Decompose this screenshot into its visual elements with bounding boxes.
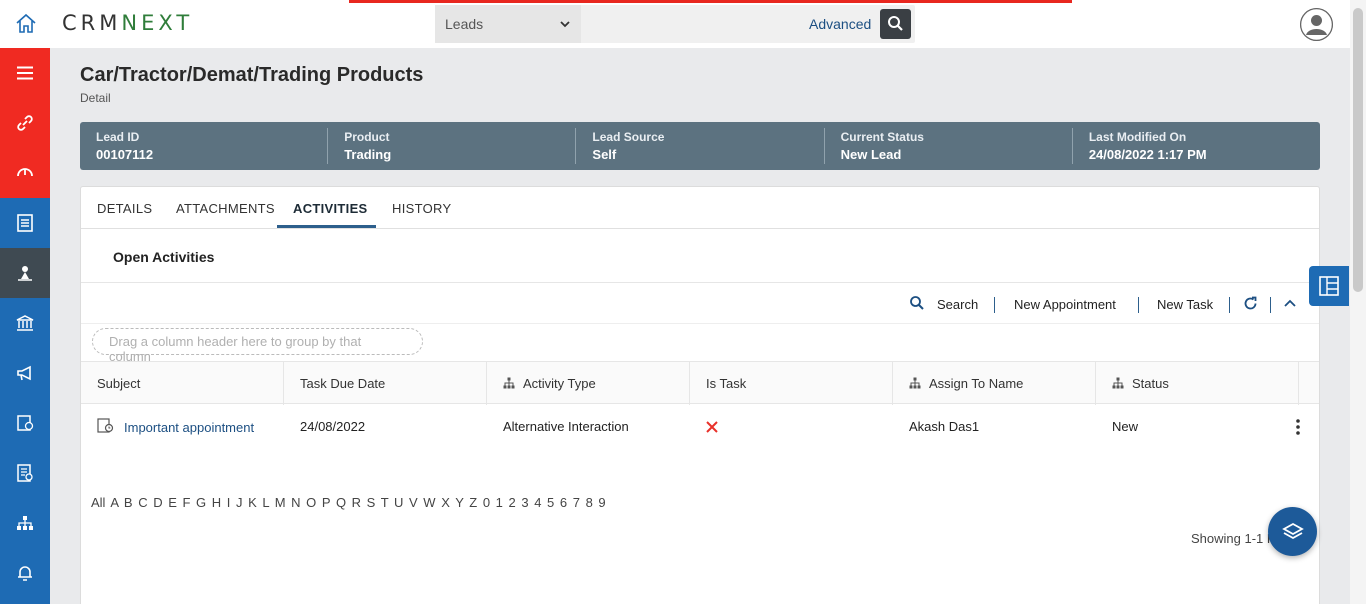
dashboard-gauge-icon[interactable]: [0, 148, 50, 198]
activity-subject-link[interactable]: Important appointment: [124, 420, 254, 435]
activity-type-cell: Alternative Interaction: [503, 419, 629, 434]
activities-grid-header: Subject Task Due Date Activity Type Is T…: [81, 361, 1319, 405]
toolbar-separator: [1138, 297, 1139, 313]
column-label: Is Task: [706, 376, 747, 391]
page-scrollbar[interactable]: [1350, 0, 1366, 604]
column-header-status[interactable]: Status: [1096, 362, 1299, 405]
search-activities-button[interactable]: Search: [937, 297, 978, 312]
field-value: Self: [592, 147, 617, 162]
column-label: Subject: [97, 376, 141, 391]
table-row[interactable]: Important appointment 24/08/2022 Alterna…: [81, 405, 1319, 449]
tab-details[interactable]: DETAILS: [97, 201, 152, 216]
advanced-search-link[interactable]: Advanced: [809, 16, 871, 32]
page-subtitle: Detail: [80, 91, 111, 105]
lead-id-field: Lead ID 00107112: [80, 128, 329, 164]
layout-panel-icon[interactable]: [1309, 266, 1349, 306]
column-label: Task Due Date: [300, 376, 386, 391]
lead-person-icon[interactable]: [0, 248, 50, 298]
group-by-drop-zone[interactable]: Drag a column header here to group by th…: [92, 328, 423, 364]
status-cell: New: [1112, 419, 1139, 434]
toolbar-separator: [1229, 297, 1230, 313]
search-icon[interactable]: [909, 295, 925, 314]
toolbar-separator: [1270, 297, 1271, 313]
assign-to-name-cell: Akash Das1: [909, 419, 980, 434]
report-icon[interactable]: [0, 448, 50, 498]
field-value: New Lead: [840, 147, 902, 162]
global-search: Leads Advanced: [435, 5, 915, 43]
open-activities-title: Open Activities: [113, 249, 215, 265]
document-list-icon[interactable]: [0, 198, 50, 248]
detail-panel: DETAILS ATTACHMENTS ACTIVITIES HISTORY O…: [80, 186, 1320, 604]
divider: [81, 323, 1319, 324]
detail-tabs: DETAILS ATTACHMENTS ACTIVITIES HISTORY: [81, 187, 1319, 229]
scrollbar-thumb[interactable]: [1353, 8, 1363, 292]
field-label: Lead ID: [96, 130, 140, 144]
column-header-assign-to-name[interactable]: Assign To Name: [893, 362, 1096, 405]
appointment-icon: [97, 418, 114, 437]
pagination-summary: Showing 1-1 R: [1191, 531, 1277, 546]
menu-icon[interactable]: [0, 48, 50, 98]
bank-icon[interactable]: [0, 298, 50, 348]
is-task-false-icon: [705, 420, 719, 437]
field-value: 24/08/2022 1:17 PM: [1088, 147, 1207, 162]
loading-progress-bar: [349, 0, 1072, 3]
page-title: Car/Tractor/Demat/Trading Products: [80, 64, 424, 86]
tab-attachments[interactable]: ATTACHMENTS: [176, 201, 275, 216]
field-label: Last Modified On: [1088, 130, 1187, 144]
field-label: Product: [344, 130, 390, 144]
toolbar-separator: [994, 297, 995, 313]
task-due-date-cell: 24/08/2022: [300, 419, 366, 434]
hierarchy-icon: [909, 377, 921, 389]
link-icon[interactable]: [0, 98, 50, 148]
last-modified-field: Last Modified On 24/08/2022 1:17 PM: [1073, 128, 1320, 164]
chevron-down-icon: [559, 17, 571, 33]
column-header-is-task[interactable]: Is Task: [690, 362, 893, 405]
new-task-button[interactable]: New Task: [1157, 297, 1213, 312]
activity-schedule-icon[interactable]: [0, 398, 50, 448]
crmnext-logo: CRMNEXT: [62, 11, 194, 35]
tab-history[interactable]: HISTORY: [392, 201, 451, 216]
megaphone-icon[interactable]: [0, 348, 50, 398]
tab-activities[interactable]: ACTIVITIES: [293, 201, 368, 216]
notification-bell-icon[interactable]: [0, 548, 50, 598]
field-value: Trading: [344, 147, 392, 162]
current-status-field: Current Status New Lead: [825, 128, 1073, 164]
column-label: Status: [1132, 376, 1169, 391]
lead-source-field: Lead Source Self: [576, 128, 825, 164]
active-tab-indicator: [277, 225, 376, 228]
column-header-task-due-date[interactable]: Task Due Date: [284, 362, 487, 405]
column-label: Activity Type: [523, 376, 596, 391]
hierarchy-icon[interactable]: [0, 498, 50, 548]
layers-icon[interactable]: [1268, 507, 1317, 556]
column-header-subject[interactable]: Subject: [81, 362, 284, 405]
module-select-value: Leads: [445, 16, 484, 32]
divider: [81, 282, 1319, 283]
alphabet-filter[interactable]: All A B C D E F G H I J K L M N O P Q R …: [91, 495, 606, 510]
column-label: Assign To Name: [929, 376, 1024, 391]
top-bar: CRMNEXT Leads Advanced: [0, 0, 1350, 48]
module-select[interactable]: Leads: [435, 5, 581, 43]
search-icon: [888, 16, 903, 31]
row-more-options-icon[interactable]: [1294, 418, 1302, 439]
home-icon[interactable]: [14, 12, 38, 36]
refresh-icon[interactable]: [1243, 296, 1258, 314]
left-navigation: [0, 48, 50, 604]
hierarchy-icon: [503, 377, 515, 389]
field-label: Lead Source: [592, 130, 665, 144]
field-value: 00107112: [96, 147, 154, 162]
column-header-activity-type[interactable]: Activity Type: [487, 362, 690, 405]
new-appointment-button[interactable]: New Appointment: [1014, 297, 1116, 312]
lead-summary-strip: Lead ID 00107112 Product Trading Lead So…: [80, 122, 1320, 170]
search-button[interactable]: [880, 9, 911, 39]
user-avatar[interactable]: [1300, 8, 1333, 41]
hierarchy-icon: [1112, 377, 1124, 389]
field-label: Current Status: [840, 130, 924, 144]
product-field: Product Trading: [328, 128, 577, 164]
collapse-chevron-up-icon[interactable]: [1283, 297, 1297, 312]
